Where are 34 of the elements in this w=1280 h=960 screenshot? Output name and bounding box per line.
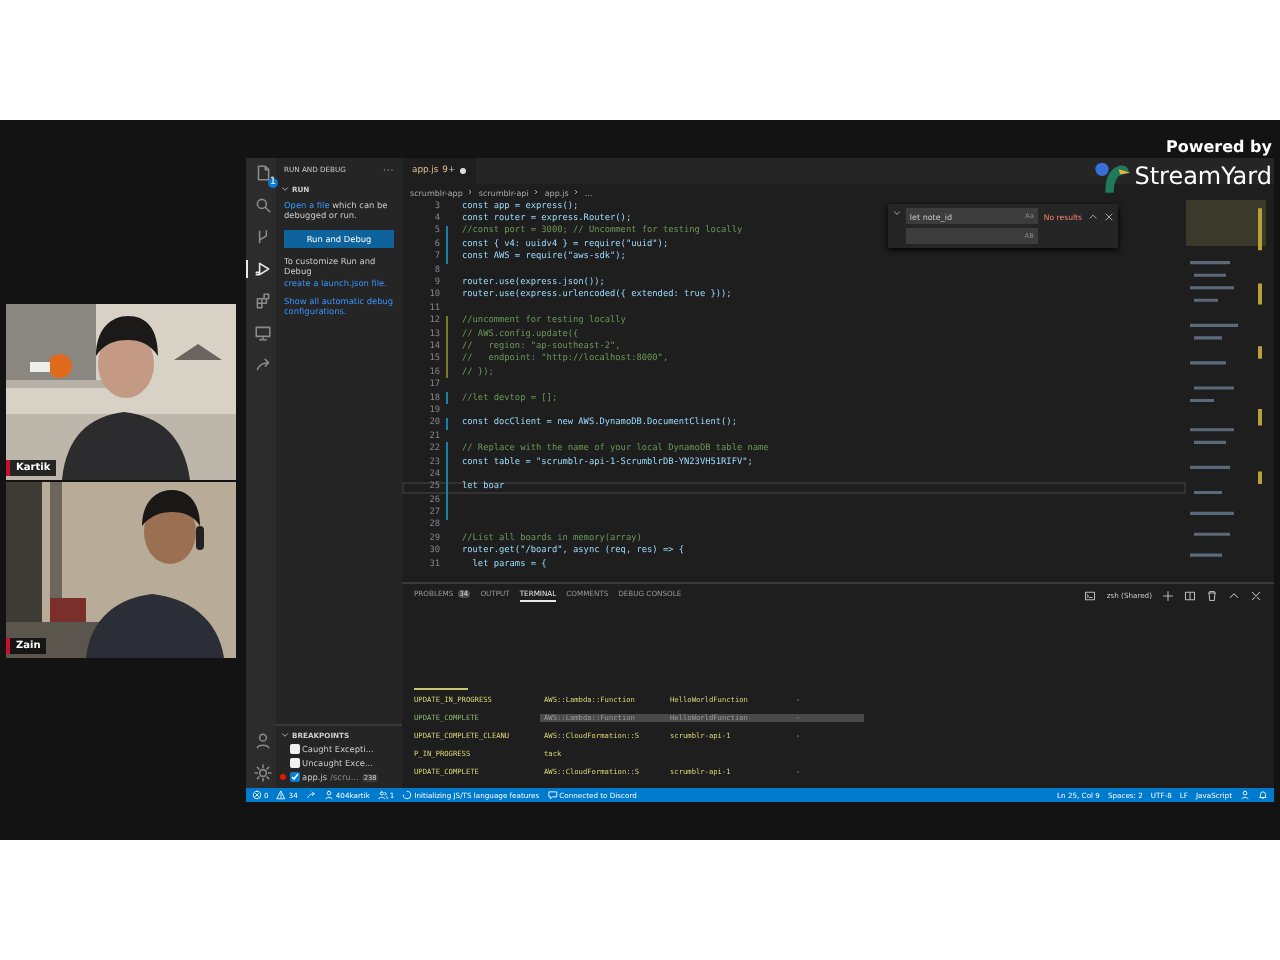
more-icon[interactable] (382, 164, 394, 176)
files-icon[interactable] (253, 164, 271, 182)
arrow-icon[interactable] (253, 356, 271, 374)
checkbox[interactable] (289, 758, 299, 768)
logo-text: StreamYard (1134, 162, 1272, 190)
people-icon[interactable] (377, 790, 388, 800)
trash-icon[interactable] (1206, 590, 1218, 602)
plus-icon[interactable] (1162, 590, 1174, 602)
settings-icon[interactable] (253, 764, 271, 782)
caret-up-icon[interactable] (1088, 211, 1098, 221)
spinner-icon[interactable] (402, 790, 413, 800)
monitor-icon[interactable] (253, 324, 271, 342)
close-icon[interactable] (1250, 590, 1262, 602)
error-icon[interactable] (252, 790, 262, 800)
close-icon[interactable] (1104, 211, 1114, 221)
checkbox[interactable] (289, 772, 299, 782)
branch-icon[interactable] (253, 228, 271, 246)
caret-up-icon[interactable] (1228, 590, 1240, 602)
person-icon[interactable] (1240, 790, 1250, 800)
search-icon[interactable] (253, 196, 271, 214)
chevron-icon[interactable] (891, 208, 902, 218)
account-icon[interactable] (253, 732, 271, 750)
chevron-icon[interactable] (280, 184, 290, 194)
terminal-icon[interactable] (1084, 590, 1097, 602)
warning-icon[interactable] (276, 790, 287, 800)
checkbox[interactable] (289, 744, 299, 754)
blocks-icon[interactable] (253, 292, 271, 310)
chevron-icon[interactable] (280, 730, 290, 740)
person-icon[interactable] (323, 790, 334, 800)
split-icon[interactable] (1184, 590, 1196, 602)
chat-icon[interactable] (547, 790, 558, 800)
play-bug-icon[interactable] (253, 260, 271, 278)
bell-icon[interactable] (1258, 790, 1268, 800)
powered-by-text: Powered by (1166, 138, 1272, 156)
